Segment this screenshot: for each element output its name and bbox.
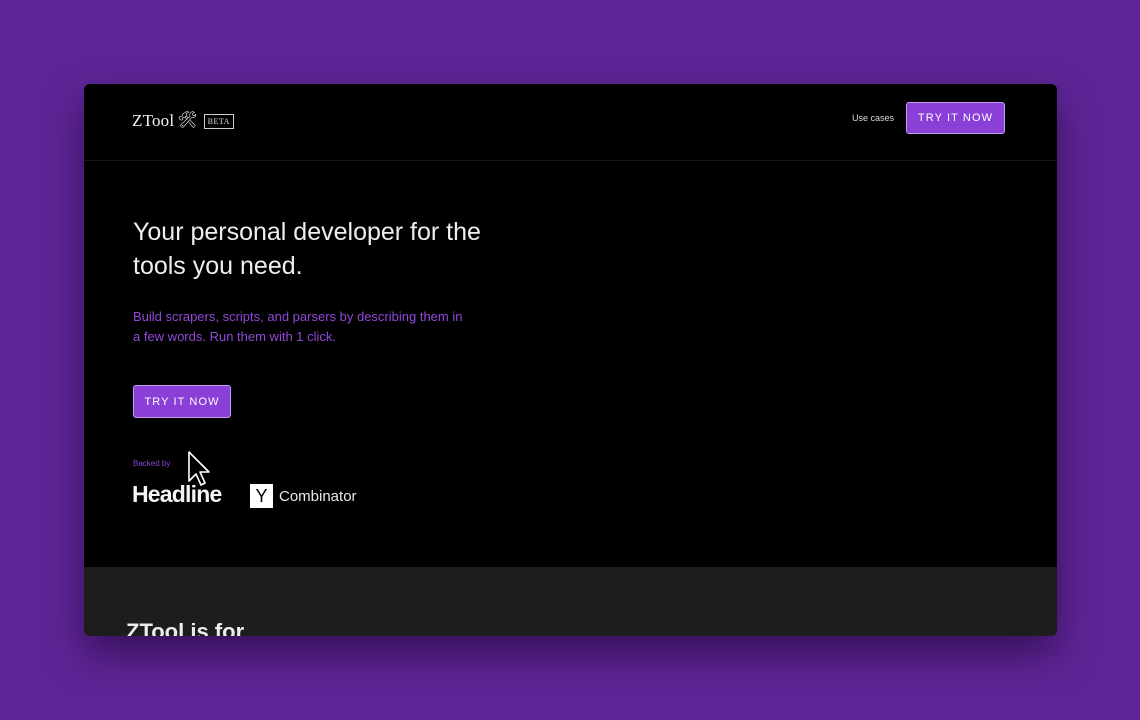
ztool-logo[interactable]: ZTool 🛠 BETA — [132, 111, 234, 131]
nav-try-it-now-button[interactable]: TRY IT NOW — [906, 102, 1005, 134]
yc-name: Combinator — [279, 487, 357, 505]
tools-icon: 🛠 — [177, 112, 198, 129]
y-combinator-logo: Y Combinator — [250, 484, 357, 508]
section-title: ZTool is for — [126, 619, 245, 636]
hero-try-it-now-button[interactable]: TRY IT NOW — [133, 385, 231, 418]
hero-subtitle: Build scrapers, scripts, and parsers by … — [133, 309, 463, 344]
use-cases-link[interactable]: Use cases — [852, 113, 894, 123]
yc-mark: Y — [250, 484, 273, 508]
backed-by-label: Backed by — [133, 459, 171, 468]
top-nav: ZTool 🛠 BETA Use cases TRY IT NOW — [84, 84, 1057, 161]
hero-title: Your personal developer for the tools yo… — [133, 218, 481, 280]
audience-section: ZTool is for — [84, 567, 1057, 636]
mouse-cursor-icon — [188, 451, 210, 486]
logo-text: ZTool — [132, 111, 175, 130]
browser-window: ZTool 🛠 BETA Use cases TRY IT NOW Your p… — [84, 84, 1057, 636]
beta-badge: BETA — [203, 113, 234, 129]
